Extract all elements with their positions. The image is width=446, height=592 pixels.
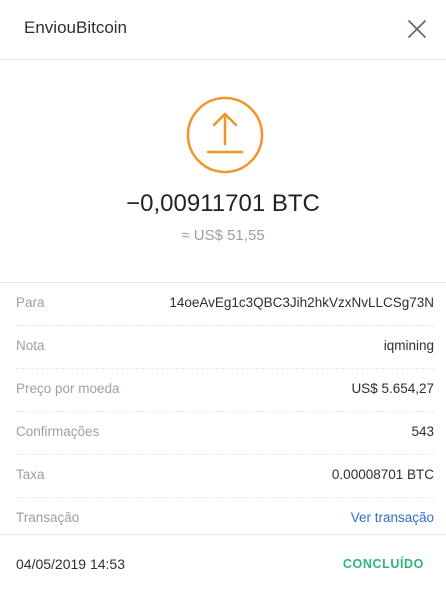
dialog-header: EnviouBitcoin — [0, 0, 446, 60]
close-icon — [408, 20, 426, 38]
detail-row-fee: Taxa 0.00008701 BTC — [16, 455, 434, 498]
upload-arrow-icon — [186, 96, 264, 174]
transaction-summary: −0,00911701 BTC ≈ US$ 51,55 — [0, 60, 446, 282]
detail-row-recipient: Para 14oeAvEg1c3QBC3Jih2hkVzxNvLLCSg73N — [16, 283, 434, 326]
price-per-coin: US$ 5.654,27 — [351, 381, 434, 396]
view-transaction-link[interactable]: Ver transação — [351, 510, 434, 525]
confirmations-count: 543 — [411, 424, 434, 439]
detail-row-price: Preço por moeda US$ 5.654,27 — [16, 369, 434, 412]
transaction-details: Para 14oeAvEg1c3QBC3Jih2hkVzxNvLLCSg73N … — [0, 282, 446, 540]
detail-label: Taxa — [16, 467, 45, 482]
detail-label: Confirmações — [16, 424, 100, 439]
detail-label: Transação — [16, 510, 80, 525]
note-value: iqmining — [383, 338, 434, 353]
transaction-date: 04/05/2019 14:53 — [16, 556, 125, 572]
fee-value: 0.00008701 BTC — [331, 467, 434, 482]
recipient-address: 14oeAvEg1c3QBC3Jih2hkVzxNvLLCSg73N — [169, 295, 434, 310]
detail-label: Nota — [16, 338, 45, 353]
transaction-amount: −0,00911701 BTC — [126, 190, 320, 217]
dialog-title: EnviouBitcoin — [24, 18, 128, 37]
close-button[interactable] — [403, 15, 431, 43]
detail-row-note: Nota iqmining — [16, 326, 434, 369]
detail-label: Para — [16, 295, 45, 310]
detail-label: Preço por moeda — [16, 381, 120, 396]
detail-row-confirmations: Confirmações 543 — [16, 412, 434, 455]
status-badge: CONCLUÍDO — [342, 557, 424, 571]
fiat-equivalent: ≈ US$ 51,55 — [181, 227, 265, 244]
dialog-footer: 04/05/2019 14:53 CONCLUÍDO — [0, 534, 446, 592]
